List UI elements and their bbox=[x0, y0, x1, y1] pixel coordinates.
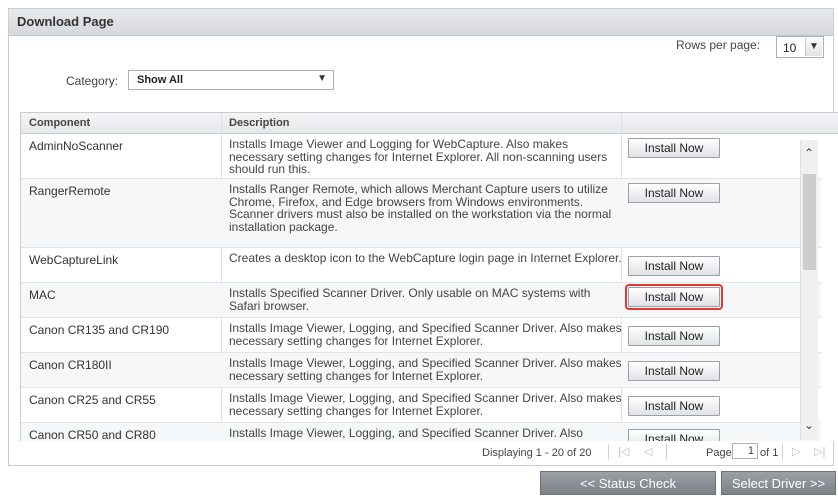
scrollbar-thumb[interactable] bbox=[803, 174, 816, 270]
chevron-down-icon: ▼ bbox=[805, 38, 822, 56]
page-number-input[interactable]: 1 bbox=[732, 443, 758, 459]
page-of-label: of 1 bbox=[760, 447, 779, 459]
install-now-button[interactable]: Install Now bbox=[628, 326, 720, 346]
select-driver-button[interactable]: Select Driver >> bbox=[721, 471, 836, 495]
component-name: WebCaptureLink bbox=[29, 253, 119, 267]
grid-body: AdminNoScanner Installs Image Viewer and… bbox=[21, 134, 821, 441]
chevron-up-icon[interactable]: ⌃ bbox=[804, 146, 814, 160]
table-row: WebCaptureLink Creates a desktop icon to… bbox=[21, 248, 821, 283]
component-description: Installs Image Viewer, Logging, and Spec… bbox=[229, 356, 622, 383]
component-name: Canon CR135 and CR190 bbox=[29, 323, 170, 337]
pager-divider bbox=[782, 444, 783, 460]
last-page-icon[interactable]: ▷| bbox=[814, 445, 825, 458]
column-header-component: Component bbox=[29, 117, 91, 129]
install-now-button[interactable]: Install Now bbox=[628, 396, 720, 416]
panel-title: Download Page bbox=[9, 9, 833, 36]
table-row: MAC Installs Specified Scanner Driver. O… bbox=[21, 283, 821, 318]
component-name: AdminNoScanner bbox=[29, 139, 124, 153]
page-label: Page bbox=[706, 447, 732, 459]
grid-pager: Displaying 1 - 20 of 20 |◁ ◁ Page 1 of 1… bbox=[20, 440, 838, 464]
chevron-down-icon: ▼ bbox=[317, 73, 327, 84]
component-description: Installs Image Viewer, Logging, and Spec… bbox=[229, 321, 622, 348]
category-value: Show All bbox=[137, 74, 184, 86]
table-row: Canon CR50 and CR80 Installs Image Viewe… bbox=[21, 423, 821, 441]
install-now-button[interactable]: Install Now bbox=[628, 138, 720, 158]
component-description: Installs Image Viewer, Logging, and Spec… bbox=[229, 391, 622, 418]
table-row: AdminNoScanner Installs Image Viewer and… bbox=[21, 134, 821, 179]
component-name: Canon CR180II bbox=[29, 358, 112, 372]
displaying-count: Displaying 1 - 20 of 20 bbox=[482, 447, 592, 459]
component-description: Installs Ranger Remote, which allows Mer… bbox=[229, 182, 612, 234]
chevron-down-icon[interactable]: ⌄ bbox=[804, 418, 814, 432]
column-header-description: Description bbox=[229, 117, 290, 129]
component-name: MAC bbox=[29, 288, 56, 302]
grid-vertical-scrollbar[interactable]: ⌃ ⌄ bbox=[800, 140, 818, 440]
pager-divider bbox=[666, 444, 667, 460]
table-row: RangerRemote Installs Ranger Remote, whi… bbox=[21, 179, 821, 248]
rows-per-page-value: 10 bbox=[783, 41, 797, 55]
component-name: RangerRemote bbox=[29, 184, 111, 198]
component-description: Installs Image Viewer and Logging for We… bbox=[229, 137, 608, 176]
install-now-button[interactable]: Install Now bbox=[628, 183, 720, 203]
table-row: Canon CR180II Installs Image Viewer, Log… bbox=[21, 353, 821, 388]
install-now-button[interactable]: Install Now bbox=[628, 361, 720, 381]
rows-per-page-select[interactable]: 10 ▼ bbox=[776, 36, 824, 58]
table-row: Canon CR135 and CR190 Installs Image Vie… bbox=[21, 318, 821, 353]
status-check-button[interactable]: << Status Check bbox=[540, 471, 716, 495]
component-description: Creates a desktop icon to the WebCapture… bbox=[229, 251, 622, 265]
category-select[interactable]: Show All ▼ bbox=[128, 70, 334, 90]
install-now-button[interactable]: Install Now bbox=[628, 256, 720, 276]
component-name: Canon CR25 and CR55 bbox=[29, 393, 156, 407]
table-row: Canon CR25 and CR55 Installs Image Viewe… bbox=[21, 388, 821, 423]
first-page-icon[interactable]: |◁ bbox=[618, 445, 629, 458]
prev-page-icon[interactable]: ◁ bbox=[644, 445, 652, 458]
component-description: Installs Image Viewer, Logging, and Spec… bbox=[229, 426, 583, 440]
rows-per-page-label: Rows per page: bbox=[676, 38, 761, 52]
next-page-icon[interactable]: ▷ bbox=[792, 445, 800, 458]
components-grid: Component Description AdminNoScanner Ins… bbox=[20, 112, 838, 441]
install-now-button-highlighted[interactable]: Install Now bbox=[625, 284, 723, 310]
category-label: Category: bbox=[66, 74, 119, 88]
grid-header: Component Description bbox=[21, 113, 838, 134]
pager-divider bbox=[608, 444, 609, 460]
component-description: Installs Specified Scanner Driver. Only … bbox=[229, 286, 591, 313]
